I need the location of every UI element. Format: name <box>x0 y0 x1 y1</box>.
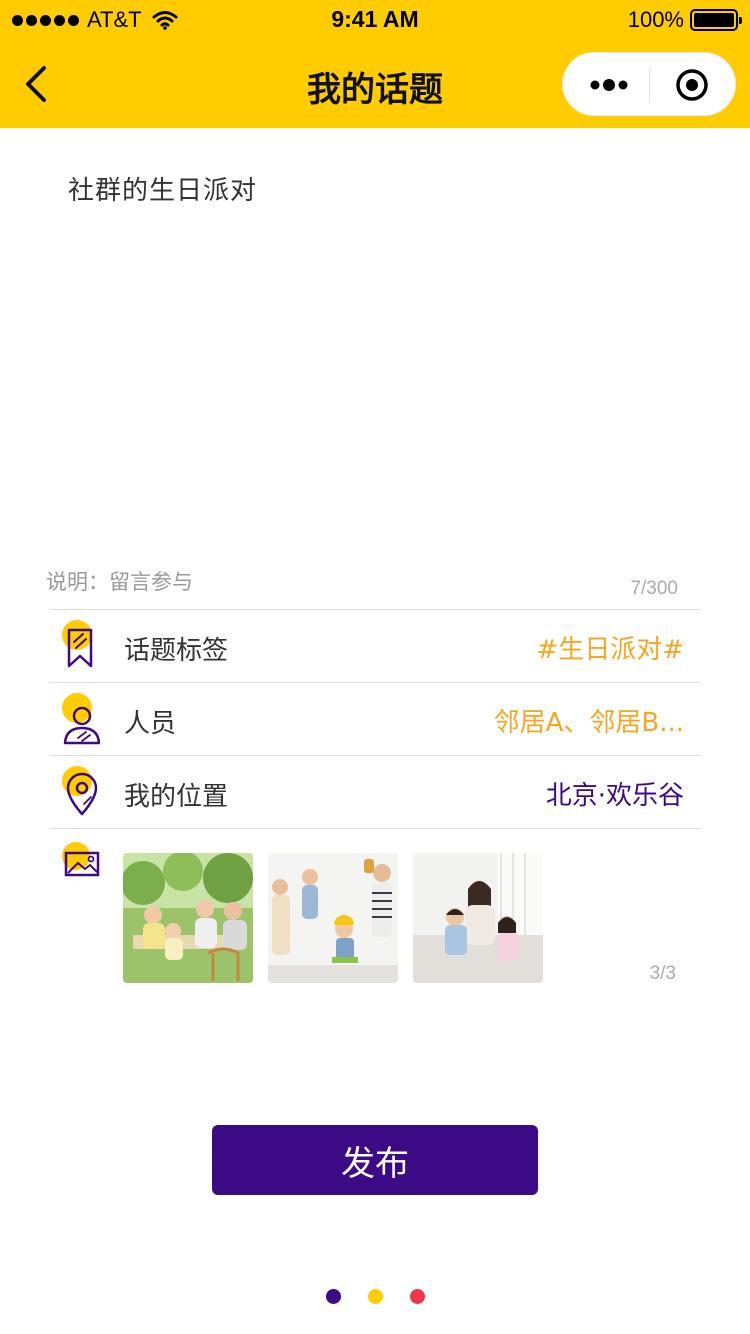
description-label: 说明：留言参与 <box>46 570 193 594</box>
more-dots-icon[interactable] <box>589 75 629 95</box>
mini-program-capsule <box>562 52 736 116</box>
bookmark-icon <box>62 620 93 668</box>
person-icon <box>62 693 100 745</box>
status-bar: AT&T 9:41 AM 100% <box>0 0 750 40</box>
page-indicator <box>0 1289 750 1304</box>
topic-content[interactable]: 社群的生日派对 <box>68 170 257 207</box>
header: AT&T 9:41 AM 100% 我的话题 <box>0 0 750 128</box>
row-label: 我的位置 <box>124 782 229 812</box>
publish-button[interactable]: 发布 <box>212 1125 538 1195</box>
row-label: 人员 <box>124 709 177 739</box>
photo-mother-children[interactable] <box>413 853 543 983</box>
photo-family-painting[interactable] <box>268 853 398 983</box>
row-topic-tag[interactable]: 话题标签 #生日派对# <box>50 609 700 682</box>
row-value: 北京·欢乐谷 <box>545 781 684 811</box>
location-pin-icon <box>62 766 98 816</box>
close-mini-program-icon[interactable] <box>675 68 709 102</box>
page-dot[interactable] <box>325 1289 341 1304</box>
row-label: 话题标签 <box>124 636 229 666</box>
character-count: 7/300 <box>630 578 678 599</box>
page-dot[interactable] <box>367 1289 383 1304</box>
battery-percent: 100% <box>627 7 684 32</box>
photo-family-dinner[interactable] <box>123 853 253 983</box>
row-value: #生日派对# <box>536 635 684 665</box>
battery-icon <box>690 9 742 31</box>
image-icon <box>62 842 100 877</box>
photo-count: 3/3 <box>649 963 676 984</box>
capsule-divider <box>649 67 650 103</box>
row-divider <box>50 828 700 829</box>
photo-gallery <box>123 853 543 983</box>
row-people[interactable]: 人员 邻居A、邻居B... <box>50 682 700 755</box>
row-value: 邻居A、邻居B... <box>493 708 684 738</box>
row-location[interactable]: 我的位置 北京·欢乐谷 <box>50 755 700 828</box>
status-right: 100% <box>627 7 742 33</box>
page-dot[interactable] <box>409 1289 425 1304</box>
